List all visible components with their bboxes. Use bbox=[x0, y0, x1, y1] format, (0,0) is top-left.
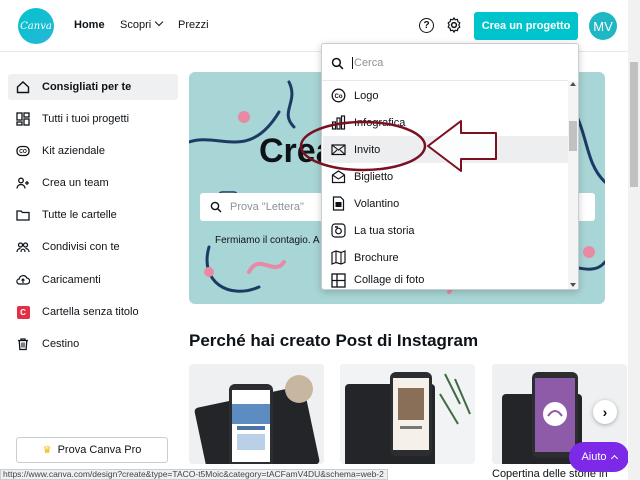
dropdown-search-placeholder: Cerca bbox=[354, 57, 384, 69]
red-folder-badge: C bbox=[16, 305, 30, 319]
sidebar-item-cartelle[interactable]: Tutte le cartelle bbox=[8, 202, 178, 228]
dropdown-item-volantino[interactable]: Volantino bbox=[323, 190, 568, 217]
logo-text: Canva bbox=[20, 20, 52, 32]
sidebar-item-label: Kit aziendale bbox=[42, 145, 105, 157]
chevron-up-icon bbox=[610, 454, 618, 463]
sidebar-item-progetti[interactable]: Tutti i tuoi progetti bbox=[8, 106, 178, 132]
try-pro-button[interactable]: ♛ Prova Canva Pro bbox=[16, 437, 168, 463]
dropdown-item-infografica[interactable]: Infografica bbox=[323, 109, 568, 136]
dropdown-item-label: Logo bbox=[354, 89, 379, 102]
card-envelope-icon bbox=[331, 169, 346, 184]
dropdown-item-storia[interactable]: La tua storia bbox=[323, 217, 568, 244]
bar-chart-icon bbox=[331, 115, 346, 130]
logo-co-icon: Co bbox=[331, 88, 346, 103]
pro-button-label: Prova Canva Pro bbox=[57, 444, 142, 456]
sidebar-item-cartella-senza-titolo[interactable]: C Cartella senza titolo bbox=[8, 299, 178, 325]
template-thumbnail bbox=[189, 364, 324, 464]
add-team-icon bbox=[16, 176, 30, 190]
help-button-label: Aiuto bbox=[581, 451, 607, 463]
grid-icon bbox=[16, 112, 30, 126]
dropdown-item-label: Invito bbox=[354, 143, 381, 156]
canva-logo[interactable]: Canva bbox=[18, 8, 54, 44]
sidebar-item-consigliati[interactable]: Consigliati per te bbox=[8, 74, 178, 100]
nav-scopri[interactable]: Scopri bbox=[120, 17, 164, 31]
design-type-dropdown: Cerca Co Logo Infografica Invito Bigliet… bbox=[321, 43, 579, 290]
page-scrollbar-thumb[interactable] bbox=[630, 62, 638, 187]
help-icon[interactable]: ? bbox=[419, 18, 434, 33]
folder-badge: C bbox=[16, 305, 30, 319]
flyer-icon bbox=[331, 196, 346, 211]
sidebar-item-condivisi[interactable]: Condivisi con te bbox=[8, 234, 178, 260]
sidebar-item-label: Cartella senza titolo bbox=[42, 306, 139, 318]
search-icon bbox=[331, 57, 344, 69]
dropdown-search-input[interactable]: Cerca bbox=[331, 52, 559, 74]
svg-text:CO: CO bbox=[19, 149, 27, 155]
envelope-icon bbox=[331, 142, 346, 157]
home-icon bbox=[16, 80, 30, 94]
sidebar-item-label: Tutte le cartelle bbox=[42, 209, 117, 221]
scroll-up-arrow-icon[interactable] bbox=[570, 82, 576, 86]
sidebar-item-label: Crea un team bbox=[42, 177, 109, 189]
nav-scopri-label: Scopri bbox=[120, 19, 152, 31]
template-thumbnail bbox=[340, 364, 475, 464]
sidebar-item-team[interactable]: Crea un team bbox=[8, 170, 178, 196]
search-icon bbox=[210, 201, 222, 213]
dropdown-scrollbar-thumb[interactable] bbox=[569, 121, 577, 151]
divider bbox=[322, 80, 568, 81]
dropdown-item-collage[interactable]: Collage di foto bbox=[323, 270, 568, 290]
dropdown-item-invito[interactable]: Invito bbox=[323, 136, 568, 163]
template-card[interactable] bbox=[340, 364, 475, 464]
dropdown-item-label: Infografica bbox=[354, 116, 406, 129]
hero-subtitle: Fermiamo il contagio. A bbox=[215, 235, 320, 246]
status-bar-url: https://www.canva.com/design?create&type… bbox=[0, 469, 388, 480]
nav-prezzi[interactable]: Prezzi bbox=[178, 19, 209, 31]
dropdown-item-label: Collage di foto bbox=[354, 274, 425, 286]
dropdown-item-label: Brochure bbox=[354, 251, 399, 264]
section-title: Perché hai creato Post di Instagram bbox=[189, 331, 479, 350]
sidebar-item-label: Caricamenti bbox=[42, 274, 101, 286]
map-fold-icon bbox=[331, 250, 346, 265]
sidebar-item-label: Cestino bbox=[42, 338, 80, 350]
dropdown-item-brochure[interactable]: Brochure bbox=[323, 244, 568, 271]
dropdown-item-label: La tua storia bbox=[354, 224, 415, 237]
svg-text:Co: Co bbox=[335, 94, 343, 100]
chevron-down-icon bbox=[154, 17, 164, 27]
folder-icon bbox=[16, 208, 30, 222]
camera-icon bbox=[331, 223, 346, 238]
upload-icon bbox=[16, 273, 30, 287]
help-button[interactable]: Aiuto bbox=[569, 442, 629, 472]
trash-icon bbox=[16, 337, 30, 351]
gear-icon[interactable] bbox=[445, 16, 463, 34]
create-design-button[interactable]: Crea un progetto bbox=[474, 12, 578, 40]
dropdown-scrollbar[interactable] bbox=[568, 81, 578, 289]
dropdown-item-label: Biglietto bbox=[354, 170, 394, 183]
dropdown-item-biglietto[interactable]: Biglietto bbox=[323, 163, 568, 190]
sidebar-item-cestino[interactable]: Cestino bbox=[8, 331, 178, 357]
collage-icon bbox=[331, 272, 346, 288]
sidebar: Consigliati per te Tutti i tuoi progetti… bbox=[0, 53, 183, 473]
carousel-next-button[interactable]: › bbox=[593, 400, 617, 424]
text-cursor bbox=[352, 57, 353, 69]
crown-icon: ♛ bbox=[42, 444, 52, 456]
sidebar-item-label: Consigliati per te bbox=[42, 81, 132, 93]
sidebar-item-label: Condivisi con te bbox=[42, 241, 120, 253]
avatar[interactable]: MV bbox=[589, 12, 617, 40]
shared-icon bbox=[16, 240, 30, 254]
nav-home[interactable]: Home bbox=[74, 19, 105, 31]
dropdown-item-label: Volantino bbox=[354, 197, 400, 210]
sidebar-item-label: Tutti i tuoi progetti bbox=[42, 113, 130, 125]
sidebar-item-caricamenti[interactable]: Caricamenti bbox=[8, 267, 178, 293]
scroll-down-arrow-icon[interactable] bbox=[570, 283, 576, 287]
page-scrollbar[interactable] bbox=[628, 0, 640, 480]
dropdown-item-logo[interactable]: Co Logo bbox=[323, 82, 568, 109]
template-card[interactable] bbox=[189, 364, 324, 464]
brand-kit-icon: CO bbox=[16, 144, 30, 158]
sidebar-item-kit[interactable]: CO Kit aziendale bbox=[8, 138, 178, 164]
hero-search-placeholder: Prova "Lettera" bbox=[230, 201, 304, 213]
